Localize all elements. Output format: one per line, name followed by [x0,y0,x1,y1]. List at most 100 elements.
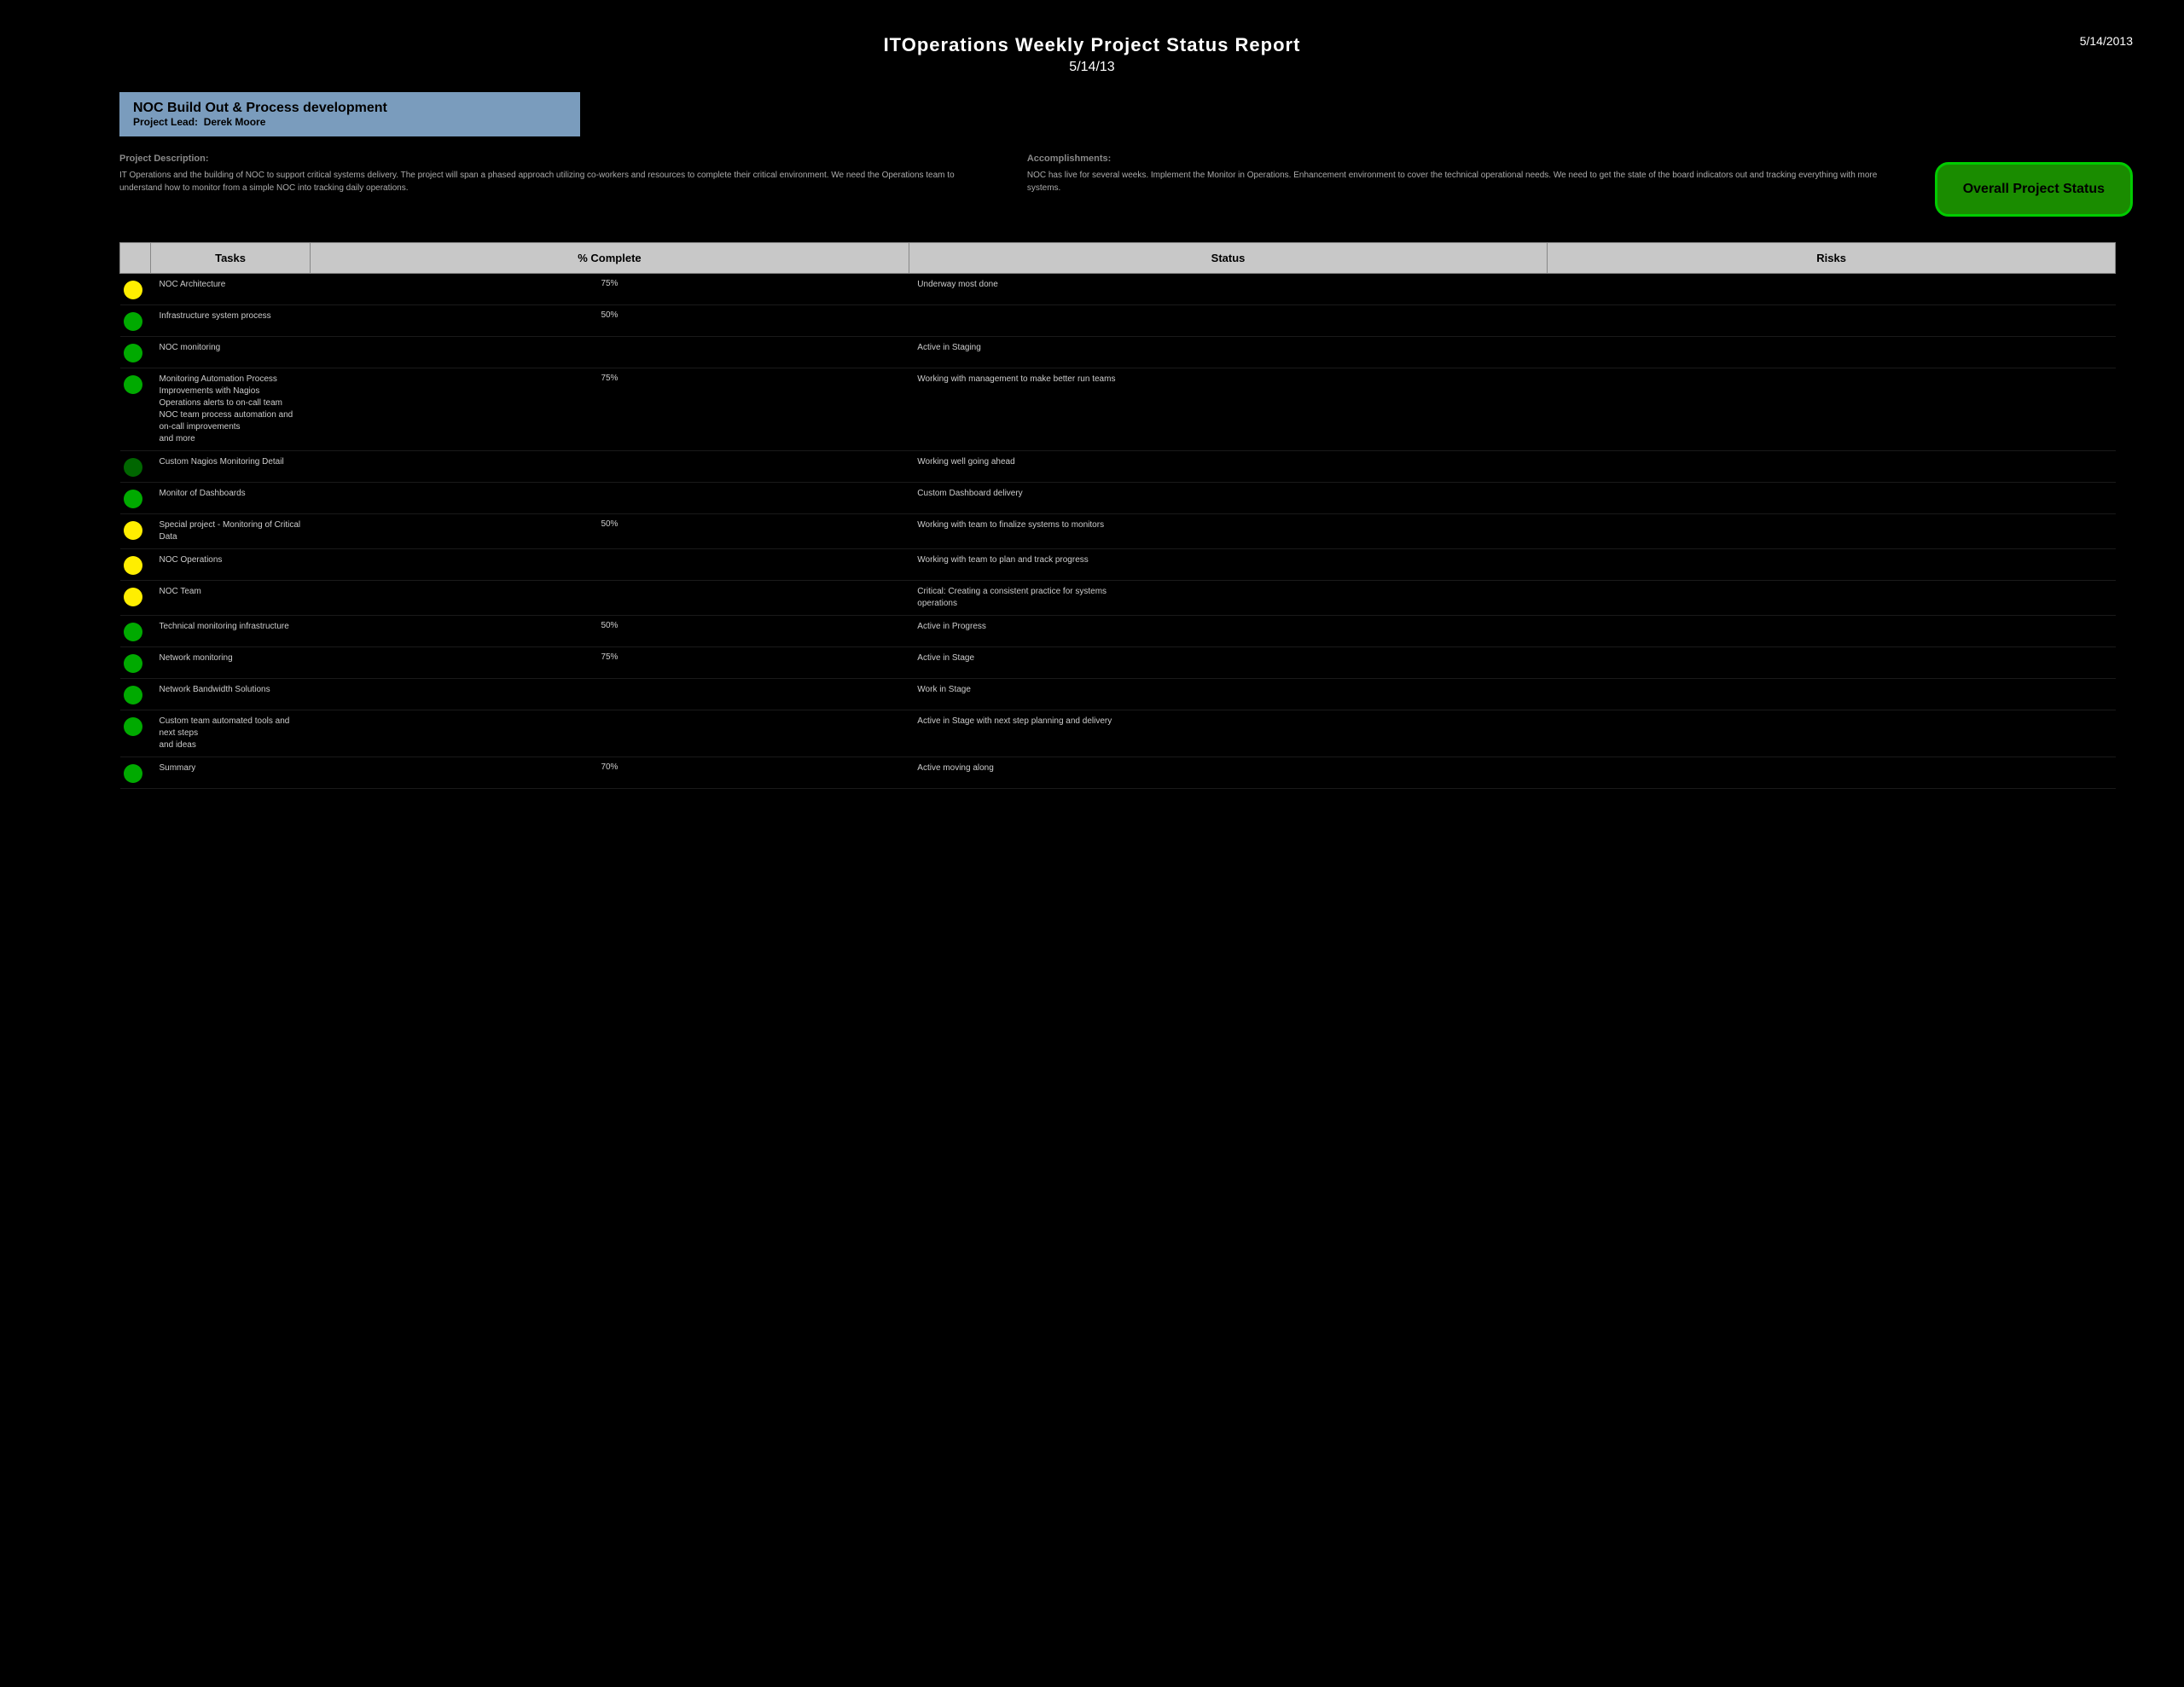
pct-cell: 75% [311,368,909,451]
col-header-indicator [120,243,151,274]
status-indicator [124,375,142,394]
status-cell: Working well going ahead [909,451,1547,483]
description-label: Project Description: [119,154,993,164]
risks-cell [1548,549,2116,581]
risks-cell [1548,483,2116,514]
pct-cell [311,679,909,710]
table-container: Tasks % Complete Status Risks NOC Archit… [119,242,2116,789]
pct-cell: 70% [311,757,909,789]
risks-cell [1548,514,2116,549]
indicator-cell [120,368,151,451]
table-row: Network Bandwidth SolutionsWork in Stage [120,679,2116,710]
task-cell: Custom Nagios Monitoring Detail [151,451,311,483]
pct-cell: 75% [311,647,909,679]
indicator-cell [120,679,151,710]
indicator-cell [120,710,151,757]
table-row: Special project - Monitoring of Critical… [120,514,2116,549]
table-row: NOC Architecture75%Underway most done [120,274,2116,305]
page-title: ITOperations Weekly Project Status Repor… [51,34,2133,56]
indicator-cell [120,549,151,581]
description-area: Project Description: IT Operations and t… [119,154,1901,217]
col-header-status: Status [909,243,1547,274]
pct-cell: 50% [311,305,909,337]
status-cell: Active in Stage [909,647,1547,679]
risks-cell [1548,337,2116,368]
task-cell: Custom team automated tools and next ste… [151,710,311,757]
status-cell: Custom Dashboard delivery [909,483,1547,514]
task-cell: NOC Team [151,581,311,616]
pct-cell [311,581,909,616]
risks-cell [1548,757,2116,789]
table-row: NOC Team Critical: Creating a consistent … [120,581,2116,616]
overall-status-button[interactable]: Overall Project Status [1935,162,2133,217]
status-indicator [124,717,142,736]
risks-cell [1548,616,2116,647]
status-indicator [124,686,142,704]
accomplishments-text: NOC has live for several weeks. Implemen… [1027,169,1901,194]
task-cell: Network monitoring [151,647,311,679]
col-header-pct: % Complete [311,243,909,274]
status-cell: Underway most done [909,274,1547,305]
status-cell [909,305,1547,337]
description-text: IT Operations and the building of NOC to… [119,169,993,194]
tasks-table: Tasks % Complete Status Risks NOC Archit… [119,242,2116,789]
task-cell: Summary [151,757,311,789]
pct-cell [311,549,909,581]
table-row: Summary70%Active moving along [120,757,2116,789]
status-indicator [124,458,142,477]
status-indicator [124,654,142,673]
status-cell: Working with management to make better r… [909,368,1547,451]
col-header-risks: Risks [1548,243,2116,274]
risks-cell [1548,710,2116,757]
indicator-cell [120,647,151,679]
risks-cell [1548,368,2116,451]
indicator-cell [120,305,151,337]
status-indicator [124,764,142,783]
task-cell: Monitor of Dashboards [151,483,311,514]
pct-cell [311,337,909,368]
task-cell: NOC monitoring [151,337,311,368]
status-indicator [124,556,142,575]
project-lead-label: Project Lead: [133,116,198,128]
pct-cell [311,451,909,483]
pct-cell [311,483,909,514]
status-cell: Active in Staging [909,337,1547,368]
risks-cell [1548,679,2116,710]
table-row: Monitoring Automation Process Improvemen… [120,368,2116,451]
indicator-cell [120,483,151,514]
content-row: Project Description: IT Operations and t… [119,154,2133,217]
table-row: Network monitoring75%Active in Stage [120,647,2116,679]
risks-cell [1548,581,2116,616]
status-indicator [124,281,142,299]
status-cell: Active in Stage with next step planning … [909,710,1547,757]
accomplishments-col: Accomplishments: NOC has live for severa… [1027,154,1901,217]
pct-cell: 50% [311,514,909,549]
risks-cell [1548,451,2116,483]
table-row: Monitor of Dashboards Custom Dashboard de… [120,483,2116,514]
overall-status-label: Overall Project Status [1963,182,2105,197]
indicator-cell [120,451,151,483]
task-cell: Monitoring Automation Process Improvemen… [151,368,311,451]
header-date: 5/14/2013 [2080,34,2133,48]
status-indicator [124,521,142,540]
indicator-cell [120,616,151,647]
risks-cell [1548,274,2116,305]
status-cell: Working with team to plan and track prog… [909,549,1547,581]
pct-cell: 50% [311,616,909,647]
table-row: NOC monitoring Active in Staging [120,337,2116,368]
indicator-cell [120,514,151,549]
indicator-cell [120,757,151,789]
status-indicator [124,344,142,362]
indicator-cell [120,581,151,616]
project-title-box: NOC Build Out & Process development Proj… [119,92,580,136]
task-cell: Technical monitoring infrastructure [151,616,311,647]
table-row: Custom team automated tools and next ste… [120,710,2116,757]
accomplishments-label: Accomplishments: [1027,154,1901,164]
status-cell: Active moving along [909,757,1547,789]
description-col: Project Description: IT Operations and t… [119,154,993,217]
status-cell: Critical: Creating a consistent practice… [909,581,1547,616]
project-lead-name: Derek Moore [204,116,266,128]
status-indicator [124,588,142,606]
risks-cell [1548,305,2116,337]
project-lead: Project Lead: Derek Moore [133,116,566,128]
